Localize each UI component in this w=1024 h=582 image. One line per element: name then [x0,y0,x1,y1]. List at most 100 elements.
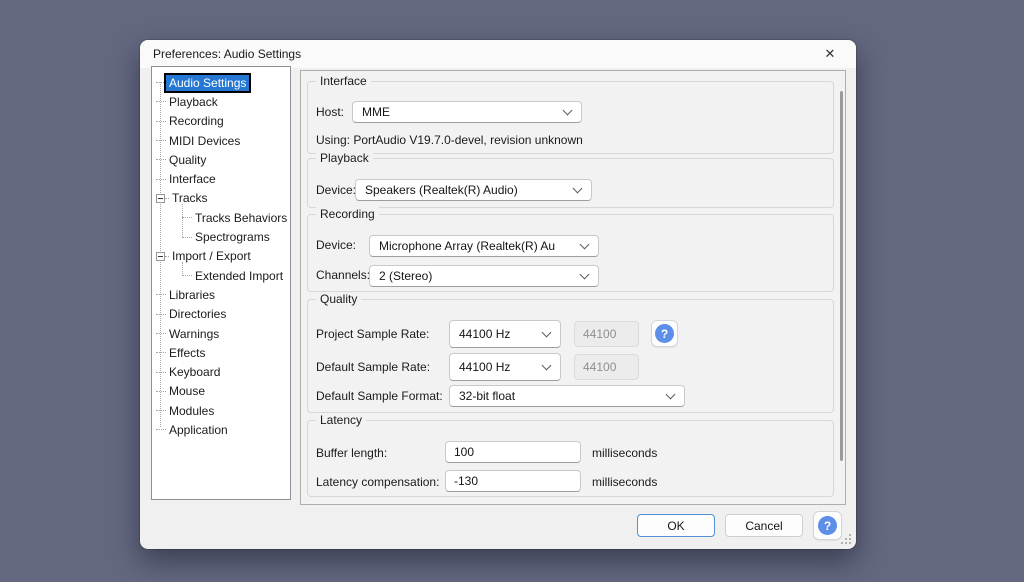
tree-item-label: MIDI Devices [169,133,241,148]
channels-value: 2 (Stereo) [379,269,433,283]
tree-item-label: Interface [169,172,216,187]
preferences-dialog: Preferences: Audio Settings ✕ Audio Sett… [140,40,856,549]
recording-group-title: Recording [316,207,379,221]
default-sample-rate-select[interactable]: 44100 Hz [449,353,561,381]
tree-item-libraries[interactable]: Libraries [152,285,290,304]
tree-item-label: Tracks Behaviors [195,210,288,225]
tree-connector [156,178,166,180]
tree-item-label: Quality [169,152,207,167]
content-scrollbar-thumb[interactable] [840,91,843,461]
tree-item-label: Keyboard [169,365,221,380]
chevron-down-icon [579,269,590,279]
latency-group-title: Latency [316,413,367,427]
tree-item-keyboard[interactable]: Keyboard [152,362,290,381]
tree-item-application[interactable]: Application [152,420,290,439]
portaudio-version-text: Using: PortAudio V19.7.0-devel, revision… [316,133,583,147]
default-sample-rate-value: 44100 Hz [459,360,511,374]
default-sample-format-select[interactable]: 32-bit float [449,385,685,407]
latency-compensation-label: Latency compensation: [316,475,440,489]
ok-button[interactable]: OK [637,514,715,537]
help-icon: ? [655,324,674,343]
settings-content-panel: Interface Host: MME Using: PortAudio V19… [300,70,846,505]
collapse-minus-icon[interactable] [156,193,165,203]
tree-item-modules[interactable]: Modules [152,401,290,420]
project-sample-rate-select[interactable]: 44100 Hz [449,320,561,348]
tree-item-midi-devices[interactable]: MIDI Devices [152,131,290,150]
tree-item-tracks[interactable]: Tracks [152,189,290,208]
tree-item-extended-import[interactable]: Extended Import [152,266,290,285]
playback-device-select[interactable]: Speakers (Realtek(R) Audio) [355,179,592,201]
preferences-tree: Audio Settings Playback Recording MIDI D… [151,66,291,500]
project-sample-rate-label: Project Sample Rate: [316,327,430,341]
tree-item-playback[interactable]: Playback [152,92,290,111]
recording-device-label: Device: [316,238,357,252]
tree-item-import-export[interactable]: Import / Export [152,247,290,266]
tree-item-label: Recording [169,114,224,129]
tree-item-mouse[interactable]: Mouse [152,382,290,401]
chevron-down-icon [579,239,590,249]
cancel-button[interactable]: Cancel [725,514,803,537]
tree-item-label: Libraries [169,287,216,302]
latency-compensation-input[interactable]: -130 [445,470,581,492]
default-sample-rate-label: Default Sample Rate: [316,360,431,374]
tree-item-label: Playback [169,94,218,109]
project-sample-rate-custom-field: 44100 [574,321,639,347]
tree-connector [156,120,166,122]
quality-group: Quality Project Sample Rate: 44100 Hz 44… [307,292,834,413]
tree-item-label: Tracks [172,191,208,206]
host-label: Host: [316,105,345,119]
tree-item-tracks-behaviors[interactable]: Tracks Behaviors [152,208,290,227]
latency-compensation-unit: milliseconds [592,475,658,489]
tree-item-warnings[interactable]: Warnings [152,324,290,343]
tree-connector [182,275,192,277]
sample-rate-help-button[interactable]: ? [651,320,678,347]
playback-device-value: Speakers (Realtek(R) Audio) [365,183,518,197]
tree-item-label: Import / Export [172,249,251,264]
buffer-length-input[interactable]: 100 [445,441,581,463]
tree-item-recording[interactable]: Recording [152,112,290,131]
tree-connector [156,82,166,84]
tree-connector [156,294,166,296]
chevron-down-icon [572,183,583,193]
window-title: Preferences: Audio Settings [153,47,302,61]
project-sample-rate-value: 44100 Hz [459,327,511,341]
tree-item-spectrograms[interactable]: Spectrograms [152,227,290,246]
recording-device-value: Microphone Array (Realtek(R) Au [379,239,556,253]
tree-item-audio-settings[interactable]: Audio Settings [152,72,290,93]
tree-item-label: Warnings [169,326,220,341]
host-select[interactable]: MME [352,101,582,123]
recording-device-select[interactable]: Microphone Array (Realtek(R) Au [369,235,599,257]
tree-connector [156,352,166,354]
chevron-down-icon [541,327,552,337]
close-icon[interactable]: ✕ [814,43,846,65]
tree-connector [156,333,166,334]
titlebar[interactable]: Preferences: Audio Settings ✕ [140,40,856,68]
collapse-minus-icon[interactable] [156,251,165,261]
channels-select[interactable]: 2 (Stereo) [369,265,599,287]
chevron-down-icon [541,360,552,370]
resize-grip-icon[interactable] [840,533,852,545]
tree-item-quality[interactable]: Quality [152,150,290,169]
tree-connector [156,429,166,431]
channels-label: Channels: [316,268,371,282]
default-sample-format-value: 32-bit float [459,389,516,403]
tree-item-label: Modules [169,403,215,418]
host-selected-value: MME [362,105,390,119]
tree-item-directories[interactable]: Directories [152,305,290,324]
tree-connector [156,410,166,412]
tree-item-label: Effects [169,345,206,360]
tree-item-label: Application [169,422,228,437]
tree-item-interface[interactable]: Interface [152,169,290,188]
playback-device-label: Device: [316,183,357,197]
tree-item-label: Audio Settings [163,72,252,93]
tree-item-label: Extended Import [195,268,284,283]
latency-group: Latency Buffer length: 100 milliseconds … [307,413,834,497]
recording-group: Recording Device: Microphone Array (Real… [307,207,834,292]
dialog-help-button[interactable]: ? [813,511,842,540]
tree-connector [182,217,192,219]
buffer-length-label: Buffer length: [316,446,388,460]
playback-group-title: Playback [316,151,373,165]
tree-item-effects[interactable]: Effects [152,343,290,362]
default-sample-rate-custom-field: 44100 [574,354,639,380]
tree-connector [182,236,192,238]
